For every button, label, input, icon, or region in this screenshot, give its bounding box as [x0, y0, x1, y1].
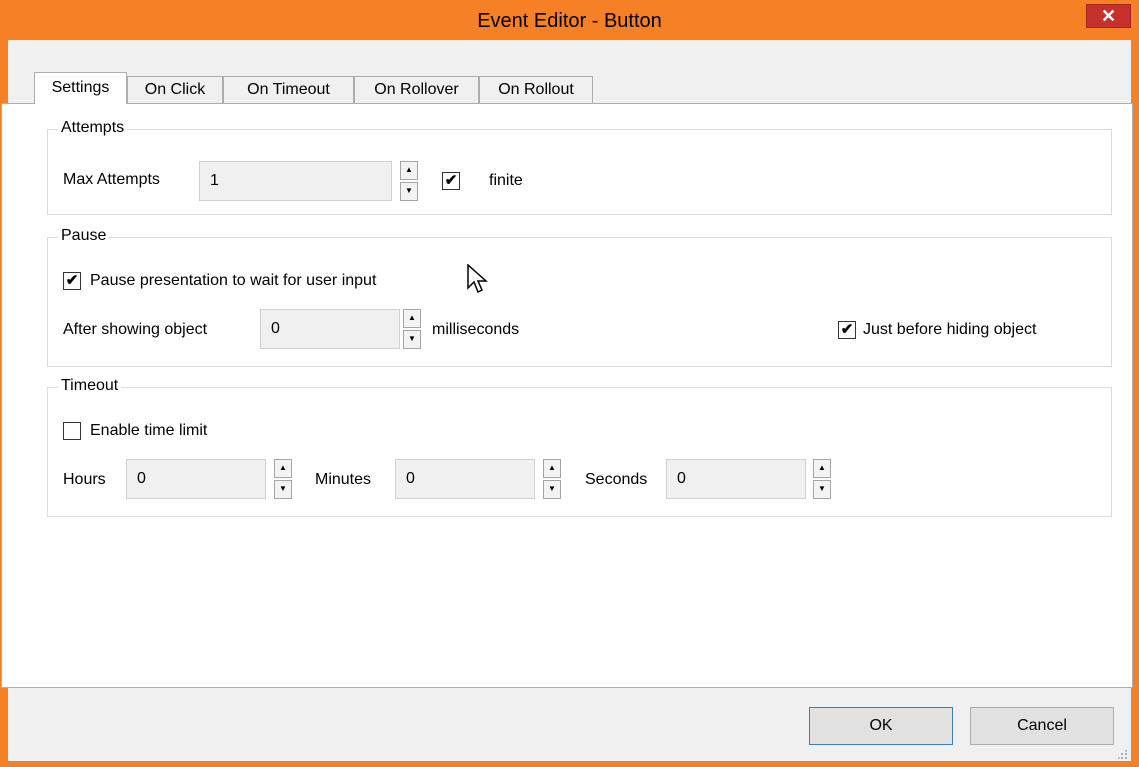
infinite-label[interactable]: finite — [489, 171, 523, 191]
title-bar: Event Editor - Button ✕ — [0, 0, 1139, 40]
spin-up-icon[interactable]: ▲ — [274, 459, 292, 478]
tab-on-click[interactable]: On Click — [127, 76, 223, 103]
timeout-group-label: Timeout — [58, 376, 122, 396]
spin-up-icon[interactable]: ▲ — [400, 161, 418, 180]
milliseconds-label: milliseconds — [432, 321, 520, 338]
tab-strip: Settings On Click On Timeout On Rollover… — [8, 40, 1131, 104]
seconds-spinner[interactable]: ▲ ▼ — [813, 459, 831, 499]
cancel-button[interactable]: Cancel — [970, 707, 1114, 745]
spin-down-icon[interactable]: ▼ — [400, 182, 418, 201]
max-attempts-label: Max Attempts — [63, 171, 160, 188]
spin-up-icon[interactable]: ▲ — [813, 459, 831, 478]
pause-presentation-label[interactable]: Pause presentation to wait for user inpu… — [90, 271, 376, 291]
window-title: Event Editor - Button — [477, 10, 662, 32]
enable-time-limit-checkbox[interactable] — [63, 422, 81, 440]
enable-time-limit-label[interactable]: Enable time limit — [90, 421, 207, 441]
ok-button[interactable]: OK — [809, 707, 953, 745]
tab-on-rollout[interactable]: On Rollout — [479, 76, 593, 103]
tab-on-timeout[interactable]: On Timeout — [223, 76, 354, 103]
infinite-checkbox[interactable]: ✔ — [442, 172, 460, 190]
spin-up-icon[interactable]: ▲ — [403, 309, 421, 328]
seconds-input[interactable]: 0 — [666, 459, 806, 499]
after-showing-spinner[interactable]: ▲ ▼ — [403, 309, 421, 349]
spin-down-icon[interactable]: ▼ — [274, 480, 292, 499]
close-button[interactable]: ✕ — [1086, 4, 1131, 28]
attempts-group-label: Attempts — [58, 118, 128, 138]
tab-settings[interactable]: Settings — [34, 72, 127, 104]
minutes-spinner[interactable]: ▲ ▼ — [543, 459, 561, 499]
mouse-cursor-icon — [467, 264, 488, 294]
pause-presentation-checkbox[interactable]: ✔ — [63, 272, 81, 290]
seconds-label: Seconds — [585, 471, 648, 488]
pause-group: Pause — [47, 226, 1112, 367]
spin-down-icon[interactable]: ▼ — [813, 480, 831, 499]
settings-panel: Attempts Max Attempts 1 ▲ ▼ ✔ finite Pau… — [1, 103, 1133, 688]
resize-grip-icon[interactable] — [1118, 750, 1128, 760]
tab-on-rollover[interactable]: On Rollover — [354, 76, 479, 103]
spin-down-icon[interactable]: ▼ — [403, 330, 421, 349]
hours-label: Hours — [63, 471, 106, 488]
before-hiding-checkbox[interactable]: ✔ — [838, 321, 856, 339]
hours-input[interactable]: 0 — [126, 459, 266, 499]
spin-down-icon[interactable]: ▼ — [543, 480, 561, 499]
minutes-label: Minutes — [315, 471, 372, 488]
pause-group-label: Pause — [58, 226, 110, 246]
max-attempts-input[interactable]: 1 — [199, 161, 392, 201]
after-showing-label: After showing object — [63, 321, 208, 338]
after-showing-input[interactable]: 0 — [260, 309, 400, 349]
hours-spinner[interactable]: ▲ ▼ — [274, 459, 292, 499]
before-hiding-label[interactable]: Just before hiding object — [863, 320, 1036, 340]
dialog-client: Settings On Click On Timeout On Rollover… — [1, 40, 1133, 761]
spin-up-icon[interactable]: ▲ — [543, 459, 561, 478]
minutes-input[interactable]: 0 — [395, 459, 535, 499]
max-attempts-spinner[interactable]: ▲ ▼ — [400, 161, 418, 201]
